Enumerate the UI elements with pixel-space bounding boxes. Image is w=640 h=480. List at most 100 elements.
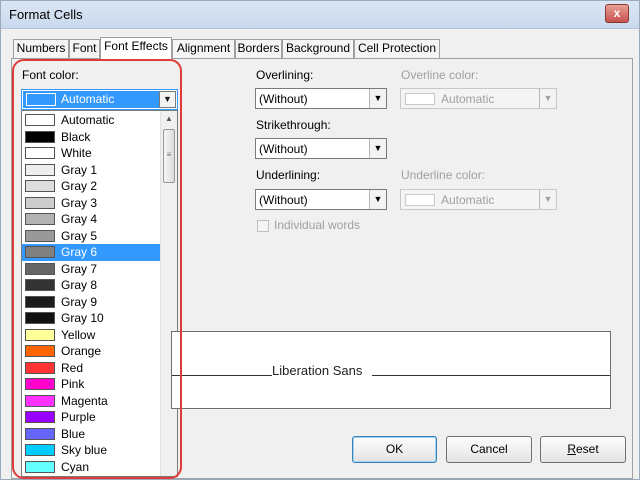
color-name: Gray 4 xyxy=(61,212,98,226)
preview-text: Liberation Sans xyxy=(272,363,363,378)
color-swatch xyxy=(25,444,55,456)
overline-color-select[interactable]: Automatic ▼ xyxy=(400,88,557,109)
chevron-down-icon[interactable]: ▼ xyxy=(369,190,386,209)
color-name: Gray 9 xyxy=(61,294,98,309)
color-name: Gray 10 xyxy=(61,311,104,325)
format-cells-dialog: Format Cells x Numbers Font Font Effects… xyxy=(0,0,640,480)
color-name: Gray 1 xyxy=(61,162,98,177)
strikethrough-value: (Without) xyxy=(259,142,308,156)
color-swatch xyxy=(25,213,55,225)
overlining-select[interactable]: (Without) ▼ xyxy=(255,88,387,109)
list-item[interactable]: Gray 2 xyxy=(22,178,161,195)
font-color-label: Font color: xyxy=(22,68,79,82)
individual-words-label: Individual words xyxy=(274,218,361,232)
list-item[interactable]: Gray 3 xyxy=(22,195,161,212)
overlining-label: Overlining: xyxy=(256,68,314,82)
cancel-button[interactable]: Cancel xyxy=(446,436,532,463)
color-swatch xyxy=(25,163,55,176)
chevron-down-icon[interactable]: ▼ xyxy=(539,89,556,108)
color-name: Purple xyxy=(61,410,96,424)
font-preview: Liberation Sans xyxy=(171,331,611,409)
list-item[interactable]: Yellow xyxy=(22,327,161,344)
list-scrollbar[interactable]: ▲ ≡ xyxy=(160,111,177,476)
color-swatch xyxy=(25,180,55,192)
list-item[interactable]: Sky blue xyxy=(22,442,161,459)
color-name: Blue xyxy=(61,426,86,441)
color-name: Gray 5 xyxy=(61,228,98,243)
tab-font-effects[interactable]: Font Effects xyxy=(100,37,172,59)
tab-numbers[interactable]: Numbers xyxy=(13,39,69,58)
list-item[interactable]: Orange xyxy=(22,343,161,360)
color-name: Gray 6 xyxy=(61,245,98,259)
underline-color-label: Underline color: xyxy=(401,168,486,182)
list-item[interactable]: Purple xyxy=(22,409,161,426)
color-swatch xyxy=(25,460,55,473)
list-item[interactable]: Gray 6 xyxy=(22,244,161,261)
list-item[interactable]: Gray 5 xyxy=(22,228,161,245)
color-name: Sky blue xyxy=(61,443,108,457)
strikethrough-select[interactable]: (Without) ▼ xyxy=(255,138,387,159)
underlining-value: (Without) xyxy=(259,193,308,207)
color-swatch xyxy=(25,394,55,407)
overline-color-label: Overline color: xyxy=(401,68,479,82)
list-item[interactable]: Gray 7 xyxy=(22,261,161,278)
list-item[interactable]: Automatic xyxy=(22,112,161,129)
color-name: Gray 3 xyxy=(61,195,98,210)
tab-cell-protection[interactable]: Cell Protection xyxy=(354,39,440,58)
list-item[interactable]: Cyan xyxy=(22,459,161,476)
reset-button[interactable]: Reset xyxy=(540,436,626,463)
color-name: Red xyxy=(61,360,84,375)
tab-alignment[interactable]: Alignment xyxy=(172,39,235,58)
list-item[interactable]: Gray 8 xyxy=(22,277,161,294)
color-swatch xyxy=(25,312,55,324)
underline-color-value: Automatic xyxy=(441,193,495,207)
underline-color-swatch xyxy=(405,194,435,206)
color-swatch xyxy=(25,246,55,258)
underlining-select[interactable]: (Without) ▼ xyxy=(255,189,387,210)
color-swatch xyxy=(25,229,55,242)
chevron-down-icon[interactable]: ▼ xyxy=(369,139,386,158)
overline-color-value: Automatic xyxy=(441,92,495,106)
font-color-dropdown[interactable]: Automatic ▼ xyxy=(21,89,178,110)
color-swatch xyxy=(25,378,55,390)
color-swatch xyxy=(25,147,55,159)
underlining-label: Underlining: xyxy=(256,168,321,182)
color-name: Pink xyxy=(61,377,85,391)
preview-baseline-right xyxy=(372,375,610,376)
underline-color-select[interactable]: Automatic ▼ xyxy=(400,189,557,210)
color-swatch xyxy=(25,279,55,291)
color-swatch xyxy=(25,328,55,341)
list-item[interactable]: Pink xyxy=(22,376,161,393)
list-item[interactable]: Blue xyxy=(22,426,161,443)
individual-words-checkbox[interactable] xyxy=(257,220,269,232)
overlining-value: (Without) xyxy=(259,92,308,106)
list-item[interactable]: White xyxy=(22,145,161,162)
color-name: Automatic xyxy=(61,113,115,127)
list-item[interactable]: Red xyxy=(22,360,161,377)
list-item[interactable]: Gray 1 xyxy=(22,162,161,179)
ok-button[interactable]: OK xyxy=(352,436,437,463)
color-name: Gray 8 xyxy=(61,278,98,292)
window-title: Format Cells xyxy=(9,7,83,22)
close-button[interactable]: x xyxy=(605,4,629,23)
title-bar: Format Cells x xyxy=(1,1,639,29)
chevron-down-icon[interactable]: ▼ xyxy=(539,190,556,209)
font-color-selected: Automatic xyxy=(23,91,160,108)
color-swatch xyxy=(25,427,55,440)
chevron-down-icon[interactable]: ▼ xyxy=(159,91,176,108)
color-name: Black xyxy=(61,129,91,144)
list-item[interactable]: Gray 9 xyxy=(22,294,161,311)
font-color-list[interactable]: Automatic Black White Gray 1 Gray 2 Gray 3 Gra… xyxy=(21,110,178,477)
tab-background[interactable]: Background xyxy=(282,39,354,58)
list-item[interactable]: Magenta xyxy=(22,393,161,410)
list-item[interactable]: Gray 10 xyxy=(22,310,161,327)
scroll-up-icon[interactable]: ▲ xyxy=(161,111,177,127)
tab-font[interactable]: Font xyxy=(69,39,100,58)
list-item[interactable]: Gray 4 xyxy=(22,211,161,228)
list-item[interactable]: Black xyxy=(22,129,161,146)
font-color-value: Automatic xyxy=(61,92,115,106)
tab-borders[interactable]: Borders xyxy=(235,39,282,58)
chevron-down-icon[interactable]: ▼ xyxy=(369,89,386,108)
scrollbar-thumb[interactable]: ≡ xyxy=(163,129,175,183)
color-swatch xyxy=(25,345,55,357)
